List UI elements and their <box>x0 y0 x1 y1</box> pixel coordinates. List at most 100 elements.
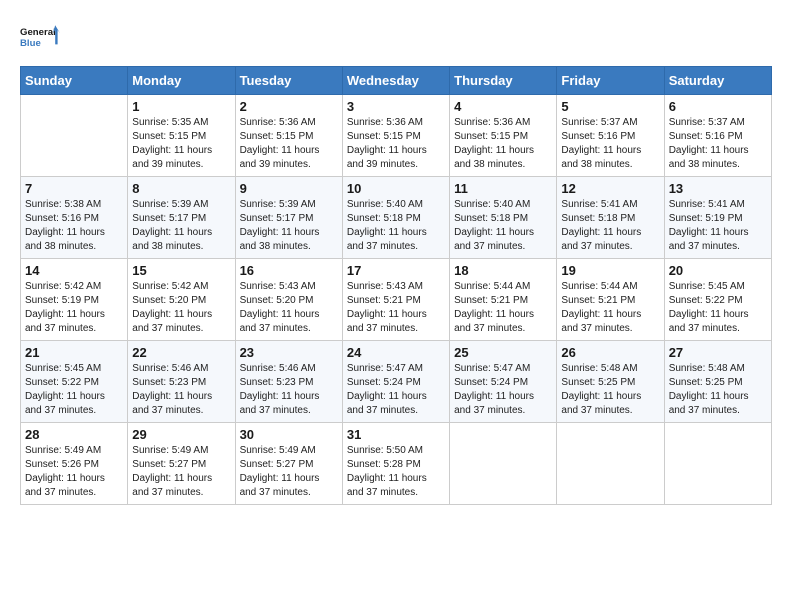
day-info: Sunrise: 5:36 AMSunset: 5:15 PMDaylight:… <box>240 116 338 172</box>
day-number: 11 <box>454 181 552 196</box>
day-number: 28 <box>25 427 123 442</box>
day-info: Sunrise: 5:42 AMSunset: 5:20 PMDaylight:… <box>132 280 230 336</box>
calendar-cell <box>557 423 664 505</box>
day-number: 5 <box>561 99 659 114</box>
day-info: Sunrise: 5:38 AMSunset: 5:16 PMDaylight:… <box>25 198 123 254</box>
day-info: Sunrise: 5:37 AMSunset: 5:16 PMDaylight:… <box>561 116 659 172</box>
day-number: 22 <box>132 345 230 360</box>
calendar-cell: 7 Sunrise: 5:38 AMSunset: 5:16 PMDaylight… <box>21 177 128 259</box>
weekday-header-friday: Friday <box>557 67 664 95</box>
day-info: Sunrise: 5:46 AMSunset: 5:23 PMDaylight:… <box>240 362 338 418</box>
calendar-week-row: 28 Sunrise: 5:49 AMSunset: 5:26 PMDayligh… <box>21 423 772 505</box>
calendar-cell: 26 Sunrise: 5:48 AMSunset: 5:25 PMDayligh… <box>557 341 664 423</box>
calendar-cell: 28 Sunrise: 5:49 AMSunset: 5:26 PMDayligh… <box>21 423 128 505</box>
day-info: Sunrise: 5:50 AMSunset: 5:28 PMDaylight:… <box>347 444 445 500</box>
day-number: 4 <box>454 99 552 114</box>
day-info: Sunrise: 5:44 AMSunset: 5:21 PMDaylight:… <box>454 280 552 336</box>
day-info: Sunrise: 5:46 AMSunset: 5:23 PMDaylight:… <box>132 362 230 418</box>
day-number: 12 <box>561 181 659 196</box>
calendar-header: SundayMondayTuesdayWednesdayThursdayFrid… <box>21 67 772 95</box>
day-number: 21 <box>25 345 123 360</box>
calendar-cell: 25 Sunrise: 5:47 AMSunset: 5:24 PMDayligh… <box>450 341 557 423</box>
day-number: 29 <box>132 427 230 442</box>
day-info: Sunrise: 5:49 AMSunset: 5:26 PMDaylight:… <box>25 444 123 500</box>
calendar-cell: 10Sunrise: 5:40 AMSunset: 5:18 PMDayligh… <box>342 177 449 259</box>
day-info: Sunrise: 5:47 AMSunset: 5:24 PMDaylight:… <box>347 362 445 418</box>
calendar-cell: 9 Sunrise: 5:39 AMSunset: 5:17 PMDaylight… <box>235 177 342 259</box>
calendar-cell <box>450 423 557 505</box>
weekday-header-row: SundayMondayTuesdayWednesdayThursdayFrid… <box>21 67 772 95</box>
calendar-cell: 14Sunrise: 5:42 AMSunset: 5:19 PMDayligh… <box>21 259 128 341</box>
calendar-table: SundayMondayTuesdayWednesdayThursdayFrid… <box>20 66 772 505</box>
calendar-cell <box>21 95 128 177</box>
day-number: 15 <box>132 263 230 278</box>
day-info: Sunrise: 5:48 AMSunset: 5:25 PMDaylight:… <box>561 362 659 418</box>
day-info: Sunrise: 5:43 AMSunset: 5:21 PMDaylight:… <box>347 280 445 336</box>
weekday-header-monday: Monday <box>128 67 235 95</box>
day-info: Sunrise: 5:41 AMSunset: 5:19 PMDaylight:… <box>669 198 767 254</box>
calendar-cell: 16 Sunrise: 5:43 AMSunset: 5:20 PMDayligh… <box>235 259 342 341</box>
day-info: Sunrise: 5:47 AMSunset: 5:24 PMDaylight:… <box>454 362 552 418</box>
weekday-header-saturday: Saturday <box>664 67 771 95</box>
day-number: 13 <box>669 181 767 196</box>
calendar-cell: 15 Sunrise: 5:42 AMSunset: 5:20 PMDayligh… <box>128 259 235 341</box>
calendar-cell: 8Sunrise: 5:39 AMSunset: 5:17 PMDaylight… <box>128 177 235 259</box>
svg-text:General: General <box>20 27 56 38</box>
day-info: Sunrise: 5:44 AMSunset: 5:21 PMDaylight:… <box>561 280 659 336</box>
day-number: 2 <box>240 99 338 114</box>
calendar-cell: 21 Sunrise: 5:45 AMSunset: 5:22 PMDayligh… <box>21 341 128 423</box>
calendar-cell: 30 Sunrise: 5:49 AMSunset: 5:27 PMDayligh… <box>235 423 342 505</box>
day-number: 16 <box>240 263 338 278</box>
calendar-cell: 27 Sunrise: 5:48 AMSunset: 5:25 PMDayligh… <box>664 341 771 423</box>
calendar-cell <box>664 423 771 505</box>
calendar-week-row: 21 Sunrise: 5:45 AMSunset: 5:22 PMDayligh… <box>21 341 772 423</box>
day-number: 25 <box>454 345 552 360</box>
day-number: 31 <box>347 427 445 442</box>
calendar-body: 1Sunrise: 5:35 AMSunset: 5:15 PMDaylight… <box>21 95 772 505</box>
day-number: 17 <box>347 263 445 278</box>
day-info: Sunrise: 5:48 AMSunset: 5:25 PMDaylight:… <box>669 362 767 418</box>
day-number: 27 <box>669 345 767 360</box>
day-info: Sunrise: 5:43 AMSunset: 5:20 PMDaylight:… <box>240 280 338 336</box>
day-info: Sunrise: 5:40 AMSunset: 5:18 PMDaylight:… <box>454 198 552 254</box>
calendar-cell: 2 Sunrise: 5:36 AMSunset: 5:15 PMDaylight… <box>235 95 342 177</box>
calendar-week-row: 14Sunrise: 5:42 AMSunset: 5:19 PMDayligh… <box>21 259 772 341</box>
day-number: 19 <box>561 263 659 278</box>
day-info: Sunrise: 5:45 AMSunset: 5:22 PMDaylight:… <box>25 362 123 418</box>
day-number: 23 <box>240 345 338 360</box>
calendar-cell: 17 Sunrise: 5:43 AMSunset: 5:21 PMDayligh… <box>342 259 449 341</box>
day-number: 20 <box>669 263 767 278</box>
calendar-cell: 5 Sunrise: 5:37 AMSunset: 5:16 PMDaylight… <box>557 95 664 177</box>
calendar-cell: 3 Sunrise: 5:36 AMSunset: 5:15 PMDaylight… <box>342 95 449 177</box>
day-info: Sunrise: 5:36 AMSunset: 5:15 PMDaylight:… <box>454 116 552 172</box>
day-number: 30 <box>240 427 338 442</box>
day-number: 26 <box>561 345 659 360</box>
day-info: Sunrise: 5:42 AMSunset: 5:19 PMDaylight:… <box>25 280 123 336</box>
weekday-header-thursday: Thursday <box>450 67 557 95</box>
day-info: Sunrise: 5:36 AMSunset: 5:15 PMDaylight:… <box>347 116 445 172</box>
logo: General Blue <box>20 20 60 56</box>
calendar-cell: 24Sunrise: 5:47 AMSunset: 5:24 PMDayligh… <box>342 341 449 423</box>
svg-text:Blue: Blue <box>20 38 41 49</box>
day-number: 3 <box>347 99 445 114</box>
day-info: Sunrise: 5:39 AMSunset: 5:17 PMDaylight:… <box>240 198 338 254</box>
calendar-cell: 4 Sunrise: 5:36 AMSunset: 5:15 PMDaylight… <box>450 95 557 177</box>
calendar-cell: 6Sunrise: 5:37 AMSunset: 5:16 PMDaylight… <box>664 95 771 177</box>
day-number: 7 <box>25 181 123 196</box>
weekday-header-tuesday: Tuesday <box>235 67 342 95</box>
calendar-cell: 12Sunrise: 5:41 AMSunset: 5:18 PMDayligh… <box>557 177 664 259</box>
calendar-week-row: 1Sunrise: 5:35 AMSunset: 5:15 PMDaylight… <box>21 95 772 177</box>
calendar-cell: 19 Sunrise: 5:44 AMSunset: 5:21 PMDayligh… <box>557 259 664 341</box>
calendar-cell: 20Sunrise: 5:45 AMSunset: 5:22 PMDayligh… <box>664 259 771 341</box>
day-info: Sunrise: 5:40 AMSunset: 5:18 PMDaylight:… <box>347 198 445 254</box>
day-info: Sunrise: 5:49 AMSunset: 5:27 PMDaylight:… <box>240 444 338 500</box>
calendar-cell: 13 Sunrise: 5:41 AMSunset: 5:19 PMDayligh… <box>664 177 771 259</box>
day-info: Sunrise: 5:49 AMSunset: 5:27 PMDaylight:… <box>132 444 230 500</box>
page-header: General Blue <box>20 20 772 56</box>
day-number: 18 <box>454 263 552 278</box>
calendar-cell: 23 Sunrise: 5:46 AMSunset: 5:23 PMDayligh… <box>235 341 342 423</box>
day-number: 9 <box>240 181 338 196</box>
day-number: 8 <box>132 181 230 196</box>
calendar-cell: 1Sunrise: 5:35 AMSunset: 5:15 PMDaylight… <box>128 95 235 177</box>
weekday-header-wednesday: Wednesday <box>342 67 449 95</box>
